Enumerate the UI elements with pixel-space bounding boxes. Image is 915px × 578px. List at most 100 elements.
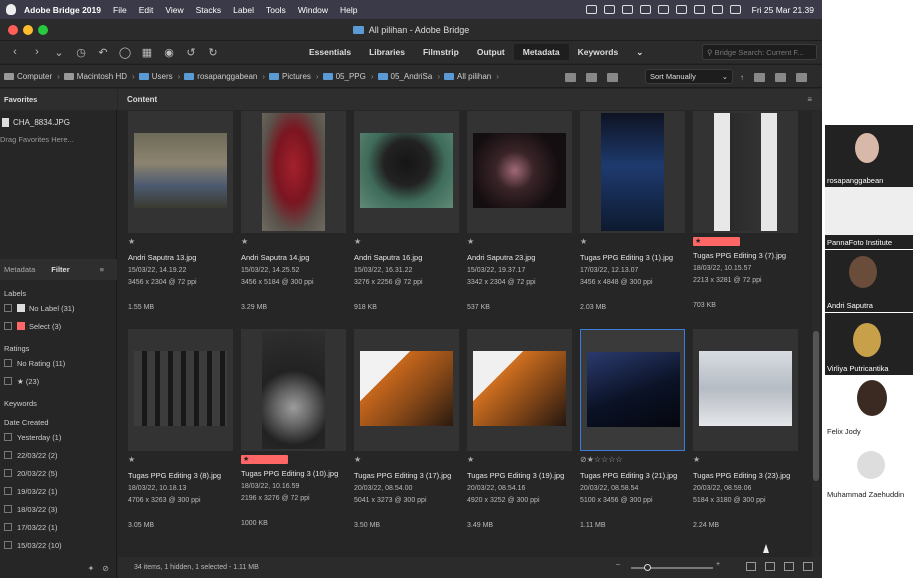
checkbox[interactable] bbox=[4, 359, 12, 367]
view-thumbnails-icon[interactable] bbox=[765, 562, 775, 571]
open-recent-icon[interactable] bbox=[754, 72, 765, 82]
participant-tile[interactable]: Andri Saputra bbox=[825, 250, 913, 312]
crumb-macintosh-hd[interactable]: Macintosh HD › bbox=[63, 72, 135, 81]
refine-icon[interactable]: ▦ bbox=[140, 46, 154, 59]
checkbox[interactable] bbox=[4, 433, 12, 441]
menubar-clock[interactable]: Fri 25 Mar 21.39 bbox=[752, 5, 814, 15]
rating-stars[interactable]: ★ bbox=[128, 237, 243, 248]
crumb-pictures[interactable]: Pictures › bbox=[269, 72, 319, 81]
thumbnail-frame[interactable] bbox=[693, 329, 798, 451]
filter-row-one-star[interactable]: ★ (23) bbox=[0, 372, 117, 390]
rating-stars[interactable]: ⊘★☆☆☆☆ bbox=[580, 455, 695, 466]
filter-row-no-label[interactable]: No Label (31) bbox=[0, 299, 117, 317]
thumbnail-image[interactable] bbox=[360, 133, 453, 208]
open-in-camera-raw-icon[interactable]: ◉ bbox=[162, 46, 176, 59]
content-scrollbar[interactable] bbox=[812, 111, 820, 557]
workspace-metadata[interactable]: Metadata bbox=[513, 44, 569, 60]
grid-lock-icon[interactable] bbox=[746, 562, 756, 571]
filter-row-select[interactable]: Select (3) bbox=[0, 317, 117, 335]
rating-stars[interactable]: ★ bbox=[128, 455, 243, 466]
thumbnail-image[interactable] bbox=[134, 351, 227, 426]
menu-edit[interactable]: Edit bbox=[139, 5, 154, 15]
participant-tile[interactable]: Muhammad Zaehuddin bbox=[825, 439, 913, 501]
crumb-all-pilihan[interactable]: All pilihan › bbox=[444, 72, 499, 81]
thumbnail-frame[interactable] bbox=[128, 329, 233, 451]
view-list-icon[interactable] bbox=[803, 562, 813, 571]
checkbox[interactable] bbox=[4, 451, 12, 459]
crumb-users[interactable]: Users › bbox=[138, 72, 180, 81]
bridge-search-input[interactable]: ⚲ Bridge Search: Current F... bbox=[702, 44, 817, 60]
camera-icon[interactable]: ◯ bbox=[118, 46, 132, 59]
menu-stacks[interactable]: Stacks bbox=[196, 5, 222, 15]
checkbox[interactable] bbox=[4, 541, 12, 549]
shield-icon[interactable] bbox=[585, 5, 597, 14]
thumbnail-frame[interactable] bbox=[580, 111, 685, 233]
filter-row-date[interactable]: 17/03/22 (1) bbox=[0, 518, 117, 536]
forward-icon[interactable]: › bbox=[30, 46, 44, 58]
menu-window[interactable]: Window bbox=[298, 5, 328, 15]
rotate-left-icon[interactable]: ↺ bbox=[184, 46, 198, 59]
filter-row-date[interactable]: 18/03/22 (3) bbox=[0, 500, 117, 518]
filter-row-date[interactable]: Yesterday (1) bbox=[0, 428, 117, 446]
tab-favorites[interactable]: Favorites bbox=[0, 89, 117, 110]
thumbnail-frame[interactable] bbox=[241, 111, 346, 233]
crumb-rosapanggabean[interactable]: rosapanggabean › bbox=[184, 72, 265, 81]
thumbnail-image[interactable] bbox=[699, 351, 792, 426]
battery-icon[interactable] bbox=[657, 5, 669, 14]
minimize-button[interactable] bbox=[23, 25, 33, 35]
cloud-icon[interactable] bbox=[603, 5, 615, 14]
recent-icon[interactable]: ◷ bbox=[74, 46, 88, 59]
pin-icon[interactable]: ✦ bbox=[88, 564, 95, 573]
crumb-05-ppg[interactable]: 05_PPG › bbox=[322, 72, 374, 81]
thumbnail-image[interactable] bbox=[601, 113, 664, 231]
filter-row-date[interactable]: 15/03/22 (10) bbox=[0, 536, 117, 554]
menu-help[interactable]: Help bbox=[340, 5, 357, 15]
thumbnail-frame[interactable] bbox=[467, 111, 572, 233]
filter-row-no-rating[interactable]: No Rating (11) bbox=[0, 354, 117, 372]
wifi-icon[interactable] bbox=[675, 5, 687, 14]
back-icon[interactable]: ‹ bbox=[8, 46, 22, 58]
thumbnail-image[interactable] bbox=[262, 113, 325, 231]
filter-row-date[interactable]: 20/03/22 (5) bbox=[0, 464, 117, 482]
thumbnail-image[interactable] bbox=[473, 133, 566, 208]
rating-stars[interactable]: ★ bbox=[354, 455, 469, 466]
menu-view[interactable]: View bbox=[165, 5, 183, 15]
filter-icon[interactable] bbox=[607, 72, 618, 82]
thumbnail-size-slider[interactable]: – + bbox=[616, 561, 726, 572]
rating-stars[interactable]: ★ bbox=[354, 237, 469, 248]
thumbnail-image[interactable] bbox=[262, 331, 325, 449]
checkbox[interactable] bbox=[4, 377, 12, 385]
filter-row-date[interactable]: 19/03/22 (1) bbox=[0, 482, 117, 500]
thumbnail-frame[interactable] bbox=[693, 111, 798, 233]
rating-stars[interactable]: ★ bbox=[241, 237, 356, 248]
sort-dropdown[interactable]: Sort Manually ⌄ bbox=[645, 69, 733, 84]
thumbnail-image[interactable] bbox=[587, 352, 680, 427]
filter-row-date[interactable]: 22/03/22 (2) bbox=[0, 446, 117, 464]
participant-tile[interactable]: rosapanggabean bbox=[825, 125, 913, 187]
checkbox[interactable] bbox=[4, 523, 12, 531]
rating-stars[interactable]: ★ bbox=[467, 455, 582, 466]
workspace-essentials[interactable]: Essentials bbox=[300, 44, 360, 60]
thumbnail-frame[interactable] bbox=[354, 329, 459, 451]
zoom-in-icon[interactable]: + bbox=[716, 561, 720, 568]
participant-tile[interactable]: Virliya Putricantika bbox=[825, 313, 913, 375]
panel-menu-icon[interactable]: ≡ bbox=[807, 95, 812, 104]
rating-stars[interactable]: ★ bbox=[580, 237, 695, 248]
rating-stars[interactable]: ★ bbox=[467, 237, 582, 248]
scrollbar-thumb[interactable] bbox=[813, 331, 819, 481]
rating-stars[interactable]: ★ bbox=[693, 455, 808, 466]
crumb-computer[interactable]: Computer › bbox=[4, 72, 60, 81]
close-button[interactable] bbox=[8, 25, 18, 35]
menu-tools[interactable]: Tools bbox=[266, 5, 286, 15]
thumbnail-frame[interactable] bbox=[354, 111, 459, 233]
checkbox[interactable] bbox=[4, 469, 12, 477]
user-icon[interactable] bbox=[729, 5, 741, 14]
thumbnail-frame[interactable] bbox=[580, 329, 685, 451]
tab-content[interactable]: Content ≡ bbox=[118, 89, 822, 110]
thumbnail-frame[interactable] bbox=[128, 111, 233, 233]
workspace-filmstrip[interactable]: Filmstrip bbox=[414, 44, 468, 60]
zoom-out-icon[interactable]: – bbox=[616, 561, 620, 568]
quality-icon[interactable] bbox=[565, 72, 576, 82]
checkbox[interactable] bbox=[4, 505, 12, 513]
clear-filter-icon[interactable]: ⊘ bbox=[102, 564, 109, 573]
